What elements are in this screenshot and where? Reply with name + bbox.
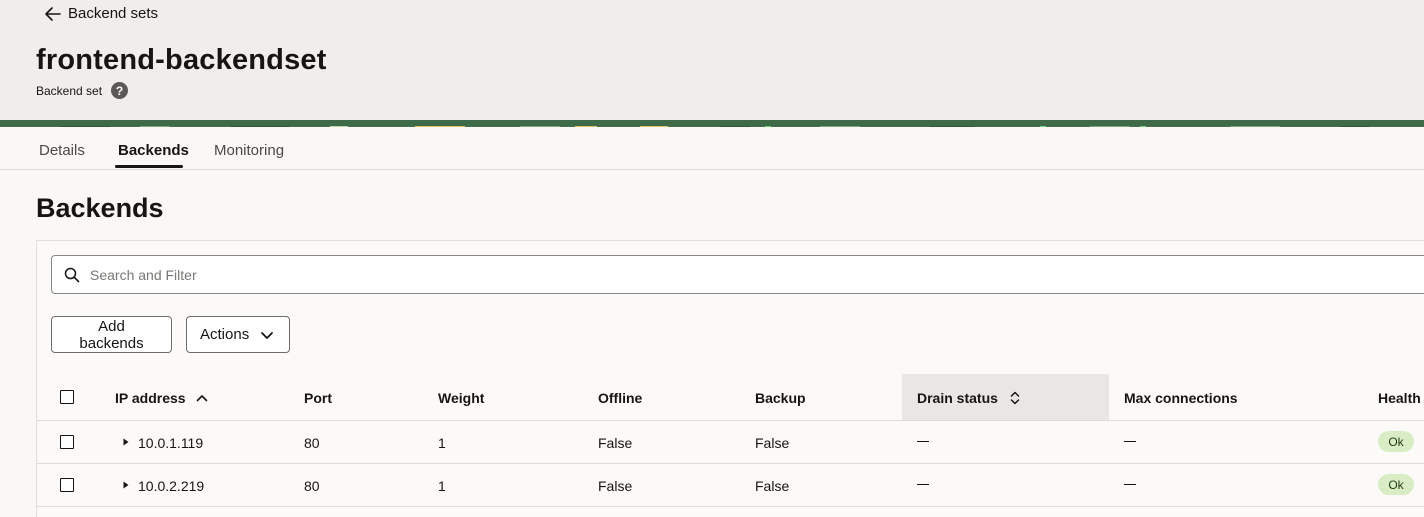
actions-menu-button[interactable]: Actions — [186, 316, 290, 353]
cell-backup: False — [755, 435, 790, 451]
add-backends-button[interactable]: Add backends — [51, 316, 172, 353]
cell-port: 80 — [304, 435, 320, 451]
cell-backup: False — [755, 478, 790, 494]
column-header-port[interactable]: Port — [304, 390, 332, 406]
empty-dash — [1124, 441, 1136, 442]
empty-dash — [917, 484, 929, 485]
tab-backends[interactable]: Backends — [118, 142, 189, 159]
cell-weight: 1 — [438, 478, 446, 494]
help-icon[interactable]: ? — [111, 82, 129, 99]
section-title: Backends — [36, 193, 164, 223]
page-subtitle: Backend set ? — [36, 82, 129, 99]
expand-caret-icon[interactable] — [123, 481, 129, 489]
table-row: 10.0.1.119 80 1 False False — — Ok — [37, 421, 1424, 464]
empty-dash — [1124, 484, 1136, 485]
back-link-label: Backend sets — [68, 5, 159, 22]
column-header-drain-status[interactable]: Drain status — [917, 390, 1020, 406]
tab-details[interactable]: Details — [39, 142, 85, 159]
select-all-checkbox[interactable] — [60, 390, 74, 404]
cell-offline: False — [598, 478, 633, 494]
actions-label: Actions — [200, 326, 250, 343]
expand-caret-icon[interactable] — [123, 438, 129, 446]
page-title: frontend-backendset — [36, 44, 327, 76]
back-link[interactable]: Backend sets — [44, 5, 158, 22]
active-tab-indicator — [115, 165, 183, 168]
row-checkbox[interactable] — [60, 435, 74, 449]
column-header-max-connections[interactable]: Max connections — [1124, 390, 1238, 406]
cell-ip-address: 10.0.1.119 — [138, 435, 204, 451]
sort-ascending-icon — [196, 395, 207, 402]
column-header-health[interactable]: Health — [1378, 390, 1421, 406]
decorative-banner — [0, 120, 1424, 127]
row-checkbox[interactable] — [60, 478, 74, 492]
table-row: 10.0.2.219 80 1 False False — — Ok — [37, 464, 1424, 507]
page-header: Backend sets frontend-backendset Backend… — [0, 0, 1424, 120]
search-bar — [51, 255, 1424, 294]
health-status-badge: Ok — [1378, 474, 1414, 495]
cell-port: 80 — [304, 478, 320, 494]
column-header-ip-address[interactable]: IP address — [115, 390, 208, 406]
health-status-badge: Ok — [1378, 431, 1414, 452]
column-header-weight[interactable]: Weight — [438, 390, 484, 406]
table-header: IP address Port Weight Offline Backup Dr… — [37, 374, 1424, 421]
tab-monitoring[interactable]: Monitoring — [214, 142, 284, 159]
column-header-backup[interactable]: Backup — [755, 390, 806, 406]
column-label-drain-status: Drain status — [917, 390, 998, 406]
chevron-down-icon — [261, 331, 274, 339]
sort-toggle-icon — [1010, 391, 1020, 405]
cell-weight: 1 — [438, 435, 446, 451]
search-input[interactable] — [90, 256, 1390, 293]
cell-ip-address: 10.0.2.219 — [138, 478, 205, 494]
search-icon — [64, 267, 80, 283]
empty-dash — [917, 441, 929, 442]
column-header-offline[interactable]: Offline — [598, 390, 642, 406]
arrow-left-icon — [45, 6, 61, 21]
tab-bar: Details Backends Monitoring — [0, 127, 1424, 170]
cell-offline: False — [598, 435, 633, 451]
column-label-ip-address: IP address — [115, 390, 186, 406]
resource-type-label: Backend set — [36, 83, 103, 98]
